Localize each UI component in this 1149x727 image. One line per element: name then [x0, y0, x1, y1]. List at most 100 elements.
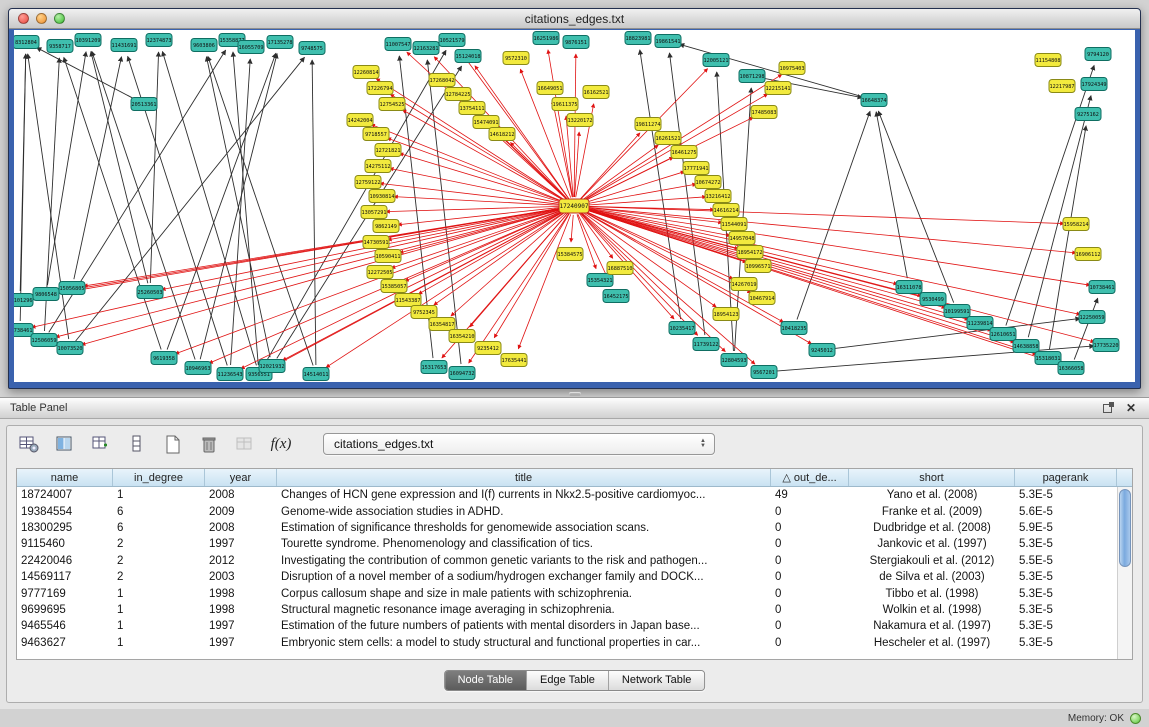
column-header-in-degree[interactable]: in_degree	[113, 469, 205, 486]
citation-network-graph[interactable]: 8312804935871710391209114316911237487396…	[14, 30, 1135, 382]
graph-node[interactable]: 9876151	[563, 36, 589, 49]
graph-node[interactable]: 16906112	[1075, 248, 1101, 261]
graph-node[interactable]: 9572310	[503, 52, 529, 65]
graph-node[interactable]: 9358717	[47, 40, 73, 53]
graph-node[interactable]: 13057291	[361, 206, 387, 219]
graph-node[interactable]: 14616214	[713, 204, 739, 217]
scrollbar-thumb[interactable]	[1119, 489, 1131, 567]
graph-node[interactable]: 25260503	[137, 286, 163, 299]
graph-node[interactable]: 16162521	[583, 86, 609, 99]
graph-node[interactable]: 14618212	[489, 128, 515, 141]
graph-node[interactable]: 14638858	[1013, 340, 1039, 353]
graph-node[interactable]: 11431691	[111, 39, 137, 52]
zoom-window-button[interactable]	[54, 13, 65, 24]
graph-node[interactable]: 17771941	[683, 162, 709, 175]
graph-node[interactable]: 16354817	[429, 318, 455, 331]
graph-node[interactable]: 17268042	[429, 74, 455, 87]
table-row[interactable]: 1938455462009Genome-wide association stu…	[17, 503, 1117, 519]
new-file-icon[interactable]	[161, 432, 185, 456]
graph-node[interactable]: 15384575	[557, 248, 583, 261]
graph-node[interactable]: 10235417	[669, 322, 695, 335]
graph-node[interactable]: 16354210	[449, 330, 475, 343]
graph-node[interactable]: 17924349	[1081, 78, 1107, 91]
table-row[interactable]: 2242004622012Investigating the contribut…	[17, 553, 1117, 569]
graph-node[interactable]: 14242004	[347, 114, 373, 127]
table-mode-icon[interactable]	[17, 432, 41, 456]
graph-node[interactable]: 9567201	[751, 366, 777, 379]
graph-node[interactable]: 19611375	[552, 98, 578, 111]
graph-node[interactable]: 11007547	[385, 38, 411, 51]
graph-node[interactable]: 10930814	[369, 190, 395, 203]
graph-node[interactable]: 19811274	[635, 118, 661, 131]
graph-node[interactable]: 12506059	[31, 334, 57, 347]
graph-node[interactable]: 9718557	[363, 128, 389, 141]
delete-icon[interactable]	[197, 432, 221, 456]
graph-node[interactable]: 9806548	[33, 288, 59, 301]
graph-node[interactable]: 15474091	[473, 116, 499, 129]
graph-node[interactable]: 9619358	[151, 352, 177, 365]
graph-node[interactable]: 17635441	[501, 354, 527, 367]
graph-node[interactable]: 14957048	[729, 232, 755, 245]
graph-node[interactable]: 18823981	[625, 32, 651, 45]
column-header-year[interactable]: year	[205, 469, 277, 486]
graph-node[interactable]: 16452175	[603, 290, 629, 303]
graph-node[interactable]: 12610651	[990, 328, 1016, 341]
graph-node[interactable]: 14730591	[363, 236, 389, 249]
function-builder-icon[interactable]: f(x)	[269, 432, 293, 456]
tab-network-table[interactable]: Network Table	[609, 671, 705, 690]
graph-node[interactable]: 11239814	[967, 317, 993, 330]
close-panel-icon[interactable]: ✕	[1123, 401, 1139, 415]
graph-node[interactable]: 12215141	[765, 82, 791, 95]
graph-node[interactable]: 13220172	[567, 114, 593, 127]
graph-node[interactable]: 9862149	[373, 220, 399, 233]
graph-hub-node[interactable]: 17240907	[559, 199, 589, 213]
graph-node[interactable]: 15385057	[381, 280, 407, 293]
graph-node[interactable]: 10738461	[1089, 281, 1115, 294]
graph-node[interactable]: 16094732	[449, 367, 475, 380]
graph-node[interactable]: 10590411	[375, 250, 401, 263]
graph-node[interactable]: 10467914	[749, 292, 775, 305]
graph-node[interactable]: 10391209	[75, 34, 101, 47]
graph-node[interactable]: 9530499	[920, 293, 946, 306]
graph-node[interactable]: 9603806	[191, 39, 217, 52]
graph-node[interactable]: 12721821	[375, 144, 401, 157]
graph-node[interactable]: 20101296	[14, 294, 33, 307]
graph-node[interactable]: 11154808	[1035, 54, 1061, 67]
graph-node[interactable]: 14267019	[731, 278, 757, 291]
graph-node[interactable]: 12021932	[259, 360, 285, 373]
graph-node[interactable]: 12260814	[353, 66, 379, 79]
graph-node[interactable]: 12217987	[1049, 80, 1075, 93]
column-header-short[interactable]: short	[849, 469, 1015, 486]
table-scrollbar[interactable]	[1117, 487, 1132, 659]
table-row[interactable]: 911546021997Tourette syndrome. Phenomeno…	[17, 536, 1117, 552]
graph-node[interactable]: 20513361	[131, 98, 157, 111]
graph-node[interactable]: 13216412	[705, 190, 731, 203]
graph-node[interactable]: 11738461	[14, 324, 33, 337]
graph-node[interactable]: 12804593	[721, 354, 747, 367]
graph-node[interactable]: 15317653	[421, 361, 447, 374]
graph-node[interactable]: 11544091	[721, 218, 747, 231]
graph-node[interactable]: 9245012	[809, 344, 835, 357]
graph-node[interactable]: 16461275	[671, 146, 697, 159]
close-window-button[interactable]	[18, 13, 29, 24]
row-list-icon[interactable]	[125, 432, 149, 456]
column-header-title[interactable]: title	[277, 469, 771, 486]
graph-node[interactable]: 10871298	[739, 70, 765, 83]
new-column-icon[interactable]	[89, 432, 113, 456]
graph-node[interactable]: 16887510	[607, 262, 633, 275]
graph-node[interactable]: 9752345	[411, 306, 437, 319]
graph-node[interactable]: 14514011	[303, 368, 329, 381]
graph-node[interactable]: 10975403	[779, 62, 805, 75]
graph-node[interactable]: 10946963	[185, 362, 211, 375]
graph-node[interactable]: 19861541	[655, 35, 681, 48]
minimize-window-button[interactable]	[36, 13, 47, 24]
show-columns-icon[interactable]	[53, 432, 77, 456]
graph-node[interactable]: 15056805	[59, 282, 85, 295]
graph-node[interactable]: 16261521	[655, 132, 681, 145]
import-table-icon[interactable]	[233, 432, 257, 456]
graph-node[interactable]: 9794120	[1085, 48, 1111, 61]
table-row[interactable]: 1872400712008Changes of HCN gene express…	[17, 487, 1117, 503]
graph-node[interactable]: 13754111	[459, 102, 485, 115]
panel-divider-grip[interactable]	[569, 392, 581, 396]
graph-node[interactable]: 12250059	[1079, 311, 1105, 324]
